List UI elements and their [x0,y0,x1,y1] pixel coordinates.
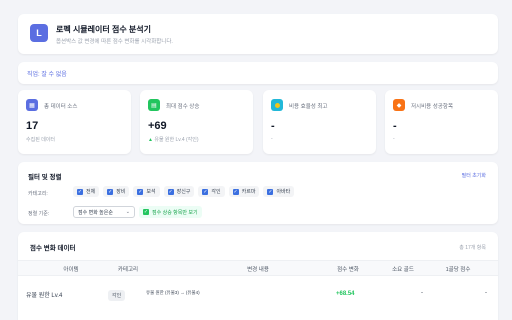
cell-change: 유물 원한 (유물3) → (유물4) [146,290,200,295]
stat-sub: - [271,136,273,142]
cell-per-gold: - [485,290,487,296]
category-label: 카테고리: [28,191,48,197]
app-subtitle: 옵션박스 값 변경에 따른 점수 변화를 시각화합니다. [56,39,173,45]
category-chip-all[interactable]: ✓ 전체 [73,186,100,197]
checkbox-checked-icon[interactable]: ✓ [137,188,144,195]
trend-up-icon: ▤ [148,99,160,111]
gold-icon [271,99,283,111]
only-increase-toggle[interactable]: ✓ 점수 상승 항목만 보기 [139,206,202,218]
table-row[interactable]: 유물 원한 Lv.4 각인 유물 원한 (유물3) → (유물4) +68.54… [18,276,498,306]
column-header-category[interactable]: 카테고리 [98,265,158,273]
category-chip-avatar[interactable]: ✓ 아바타 [263,186,295,197]
only-increase-label: 점수 상승 항목만 보기 [152,209,198,216]
job-bar[interactable]: 직업: 잘 수 없음 [18,62,498,84]
column-header-score[interactable]: 점수 변화 [318,265,378,273]
cell-score: +68.54 [336,291,355,297]
column-header-gold[interactable]: 소요 골드 [373,265,433,273]
category-chip-gem[interactable]: ✓ 보석 [133,186,160,197]
chevron-down-icon: ⌄ [125,209,130,215]
sort-label: 정렬 기준: [28,211,50,217]
stat-card-total-data: ▦ 총 데이터 소스 17 수집된 데이터 [18,90,131,154]
stat-card-cost-efficiency: 비용 효율성 최고 - - [263,90,376,154]
category-chip-equipment[interactable]: ✓ 장비 [103,186,130,197]
cell-item: 유물 원한 Lv.4 [26,293,63,299]
stat-label: 최대 점수 상승 [166,104,200,110]
stat-sub: - [393,136,395,142]
stat-value: +69 [148,120,167,132]
cell-gold: - [421,290,423,296]
category-chip-engraving[interactable]: ✓ 각인 [198,186,225,197]
category-filter-row: ✓ 전체 ✓ 장비 ✓ 보석 ✓ 장신구 ✓ 각인 ✓ 카르마 ✓ 아바타 [73,186,295,197]
job-label[interactable]: 직업: 잘 수 없음 [27,69,67,78]
header-card: L 로펙 시뮬레이터 점수 분석기 옵션박스 값 변경에 따른 점수 변화를 시… [18,14,498,54]
column-header-per-gold[interactable]: 1골당 점수 [428,265,488,273]
gem-icon: ◆ [393,99,405,111]
category-chip-karma[interactable]: ✓ 카르마 [228,186,260,197]
category-chip-accessory[interactable]: ✓ 장신구 [163,186,195,197]
stat-label: 비용 효율성 최고 [289,104,328,110]
filter-panel: 필터 및 정렬 필터 초기화 카테고리: ✓ 전체 ✓ 장비 ✓ 보석 ✓ 장신구 ✓ 각… [18,162,498,224]
score-table-card: 점수 변화 데이터 총 17개 항목 아이템 카테고리 변경 내용 점수 변화 … [18,232,498,320]
table-title: 점수 변화 데이터 [30,245,76,252]
table-header: 아이템 카테고리 변경 내용 점수 변화 소요 골드 1골당 점수 [18,260,498,276]
checkbox-checked-icon[interactable]: ✓ [232,188,239,195]
app-title: 로펙 시뮬레이터 점수 분석기 [56,25,151,34]
checkbox-checked-icon[interactable]: ✓ [77,188,83,195]
stat-value: 17 [26,120,39,132]
checkbox-checked-icon[interactable]: ✓ [143,209,149,215]
checkbox-checked-icon[interactable]: ✓ [167,188,174,195]
column-header-item[interactable]: 아이템 [46,265,96,273]
stat-card-low-cost-success: ◆ 저시비용 성공항목 - - [385,90,498,154]
checkbox-checked-icon[interactable]: ✓ [202,188,209,195]
sort-select[interactable]: 점수 변화 높은순 ⌄ [73,206,135,218]
stat-label: 저시비용 성공항목 [411,104,454,110]
stat-label: 총 데이터 소스 [44,104,78,110]
filter-title: 필터 및 정렬 [28,174,62,181]
chart-bar-icon: ▦ [26,99,38,111]
stat-value: - [393,120,397,132]
checkbox-checked-icon[interactable]: ✓ [107,188,114,195]
stat-card-max-increase: ▤ 최대 점수 상승 +69 ▲ 유물 원한 Lv.4 (각인) [140,90,253,154]
stat-sub: 수집된 데이터 [26,137,55,143]
sort-select-value: 점수 변화 높은순 [78,210,113,216]
arrow-up-icon: ▲ [148,137,153,143]
stat-sub: ▲ 유물 원한 Lv.4 (각인) [148,137,199,143]
checkbox-checked-icon[interactable]: ✓ [267,188,274,195]
category-badge: 각인 [108,290,126,301]
table-count: 총 17개 항목 [459,245,486,251]
column-header-change[interactable]: 변경 내용 [228,265,288,273]
app-logo: L [30,24,48,42]
stat-value: - [271,120,275,132]
filter-reset-link[interactable]: 필터 초기화 [462,172,486,179]
